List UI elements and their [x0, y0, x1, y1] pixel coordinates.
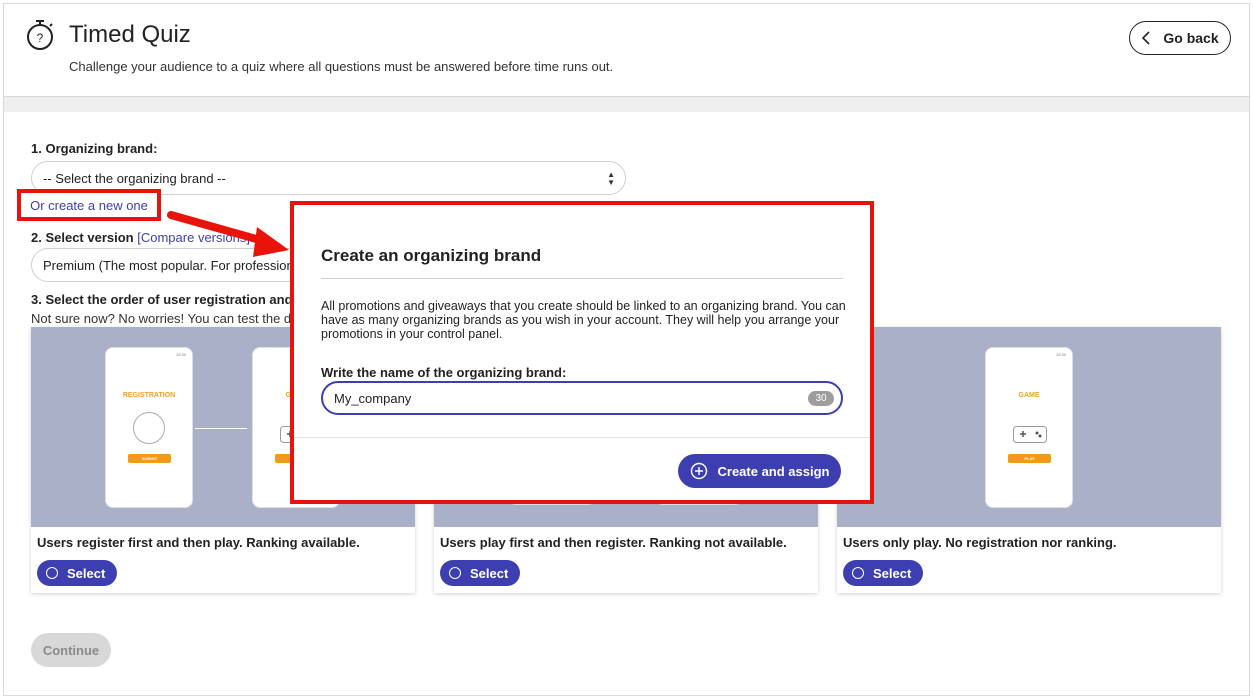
plus-circle-icon	[690, 462, 707, 480]
select-caret-icon: ▲ ▼	[607, 170, 615, 187]
radio-circle-icon	[852, 567, 864, 579]
option-caption: Users play first and then register. Rank…	[440, 535, 787, 550]
option-caption: Users register first and then play. Rank…	[37, 535, 360, 550]
radio-circle-icon	[46, 567, 58, 579]
create-and-assign-button[interactable]: Create and assign	[678, 454, 841, 488]
chevron-left-icon	[1142, 31, 1150, 45]
create-and-assign-label: Create and assign	[717, 463, 830, 479]
page-title: Timed Quiz	[69, 21, 191, 48]
brand-select-value: -- Select the organizing brand --	[43, 171, 226, 186]
phone-mockup: 12:30 REGISTRATION SUBMIT	[105, 347, 193, 508]
modal-divider	[321, 278, 843, 279]
brand-label: 1. Organizing brand:	[31, 141, 158, 156]
phone-title: GAME	[1018, 392, 1040, 399]
brand-name-value: My_company	[334, 390, 412, 406]
create-brand-modal: Create an organizing brand All promotion…	[290, 201, 874, 504]
select-label: Select	[67, 565, 106, 581]
page-subtitle: Challenge your audience to a quiz where …	[69, 59, 614, 74]
select-option-button[interactable]: Select	[843, 560, 923, 586]
order-label: 3. Select the order of user registration…	[31, 292, 335, 307]
option-card-play-only: 12:30 GAME PLAY Users only play. No regi…	[837, 327, 1221, 593]
option-illustration: 12:30 GAME PLAY	[837, 327, 1221, 527]
create-new-brand-link[interactable]: Or create a new one	[17, 189, 161, 221]
phone-time: 12:30	[1055, 352, 1066, 357]
select-label: Select	[873, 565, 912, 581]
phone-time: 12:30	[175, 352, 186, 357]
stopwatch-icon: ?	[27, 20, 53, 50]
select-option-button[interactable]: Select	[440, 560, 520, 586]
select-label: Select	[470, 565, 509, 581]
modal-description: All promotions and giveaways that you cr…	[321, 299, 846, 341]
go-back-label: Go back	[1163, 30, 1219, 46]
phone-play-button: PLAY	[1008, 454, 1051, 463]
phone-submit-button: SUBMIT	[128, 454, 171, 463]
char-counter-badge: 30	[808, 391, 834, 406]
option-caption: Users only play. No registration nor ran…	[843, 535, 1117, 550]
radio-circle-icon	[449, 567, 461, 579]
modal-title: Create an organizing brand	[321, 246, 542, 265]
svg-text:?: ?	[37, 31, 44, 45]
gamepad-icon	[1013, 426, 1047, 443]
phone-title: REGISTRATION	[122, 392, 176, 399]
phone-mockup: 12:30 GAME PLAY	[985, 347, 1073, 508]
flow-arrow	[195, 428, 247, 429]
version-label-text: 2. Select version	[31, 230, 134, 245]
select-option-button[interactable]: Select	[37, 560, 117, 586]
continue-button[interactable]: Continue	[31, 633, 111, 667]
brand-name-label: Write the name of the organizing brand:	[321, 365, 567, 380]
brand-name-input[interactable]: My_company 30	[321, 381, 843, 415]
annotation-arrow-icon	[167, 211, 289, 257]
go-back-button[interactable]: Go back	[1129, 21, 1231, 55]
avatar-icon	[133, 412, 165, 444]
modal-footer-divider	[294, 437, 870, 438]
page-header: ? Timed Quiz Challenge your audience to …	[4, 4, 1249, 97]
